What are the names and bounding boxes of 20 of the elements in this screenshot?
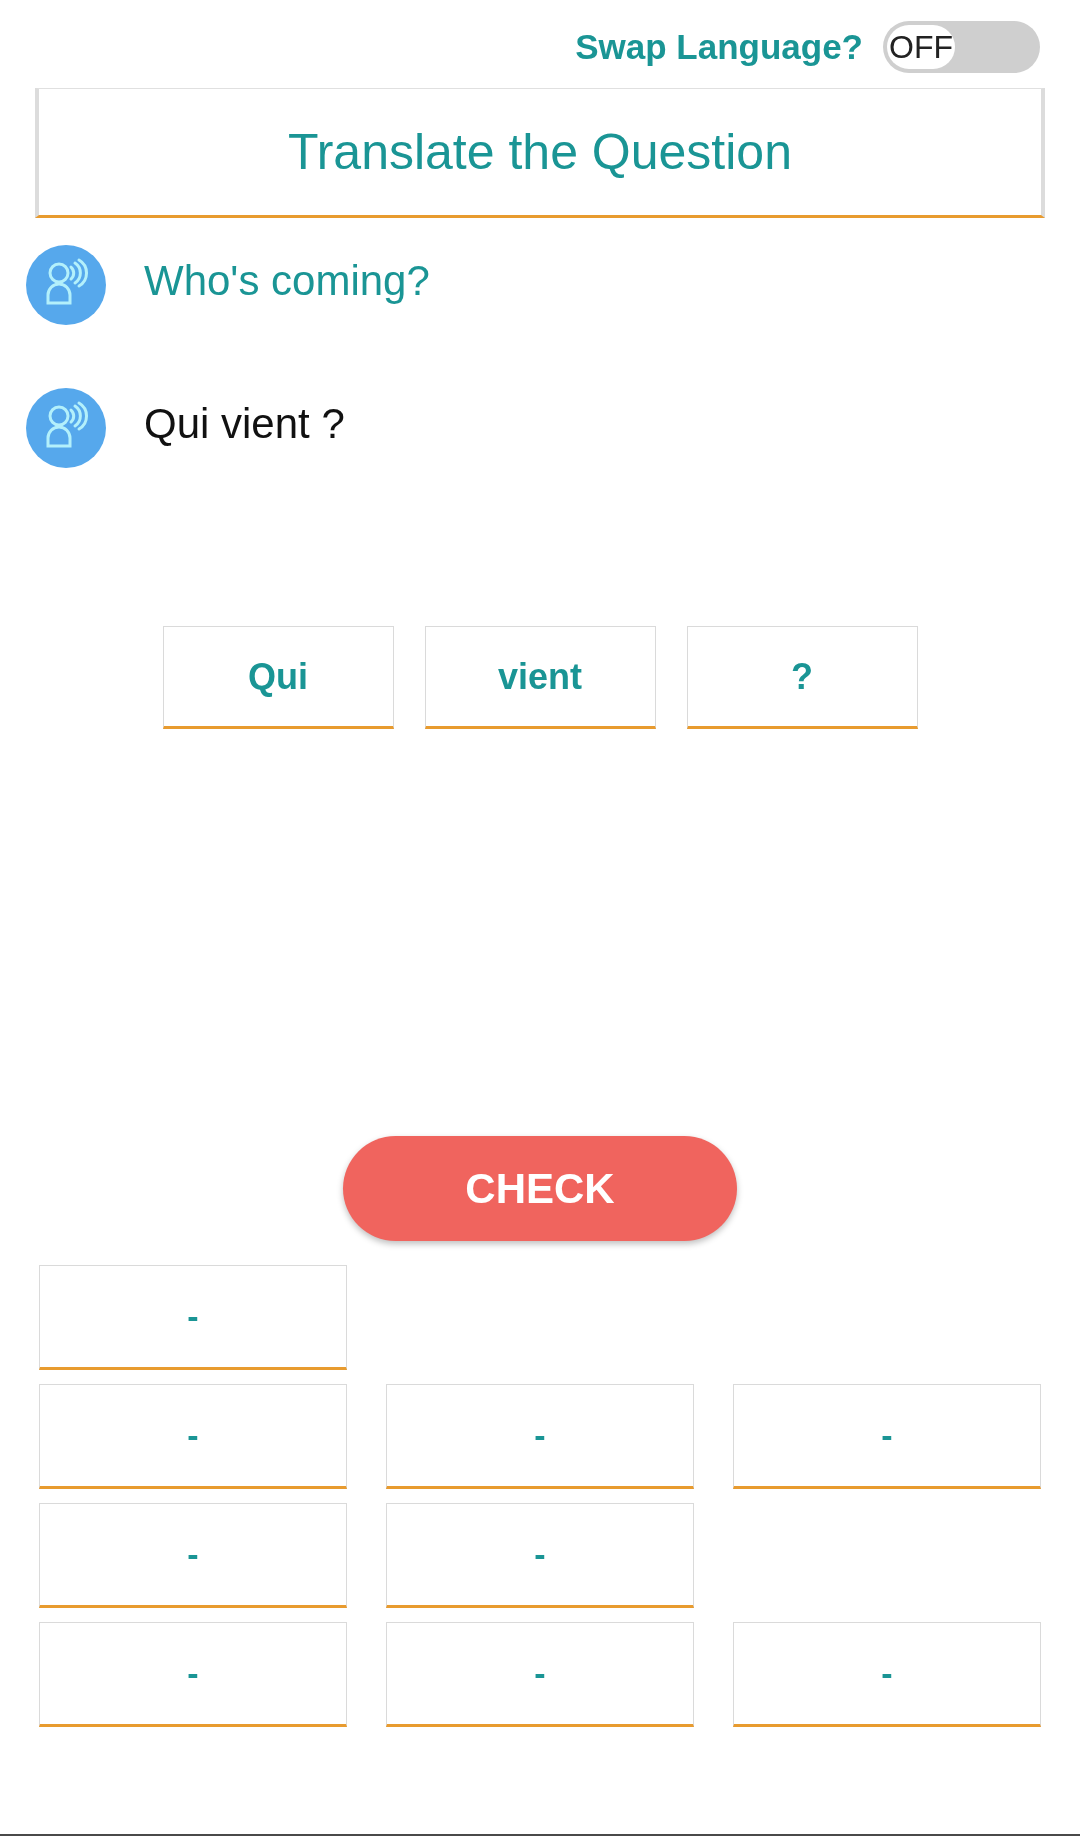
answer-slot[interactable]: -: [39, 1622, 347, 1727]
answer-slot[interactable]: -: [733, 1384, 1041, 1489]
page-title: Translate the Question: [288, 122, 792, 182]
speaking-person-icon[interactable]: [26, 245, 106, 325]
language-toggle[interactable]: OFF: [883, 21, 1040, 73]
answer-slot[interactable]: -: [386, 1384, 694, 1489]
answer-slot[interactable]: -: [386, 1503, 694, 1608]
word-tile[interactable]: Qui: [162, 626, 394, 729]
word-tile[interactable]: ?: [686, 626, 918, 729]
answer-slot[interactable]: -: [386, 1622, 694, 1727]
speaking-person-icon[interactable]: [26, 388, 106, 468]
answer-slot[interactable]: -: [733, 1622, 1041, 1727]
word-tile[interactable]: vient: [424, 626, 656, 729]
question-text: Who's coming?: [144, 255, 430, 306]
answer-slot[interactable]: -: [39, 1503, 347, 1608]
answer-slot[interactable]: -: [39, 1265, 347, 1370]
swap-language-label: Swap Language?: [575, 25, 863, 68]
check-button[interactable]: CHECK: [343, 1136, 737, 1241]
answer-slot[interactable]: -: [39, 1384, 347, 1489]
answer-text: Qui vient ?: [144, 398, 345, 449]
